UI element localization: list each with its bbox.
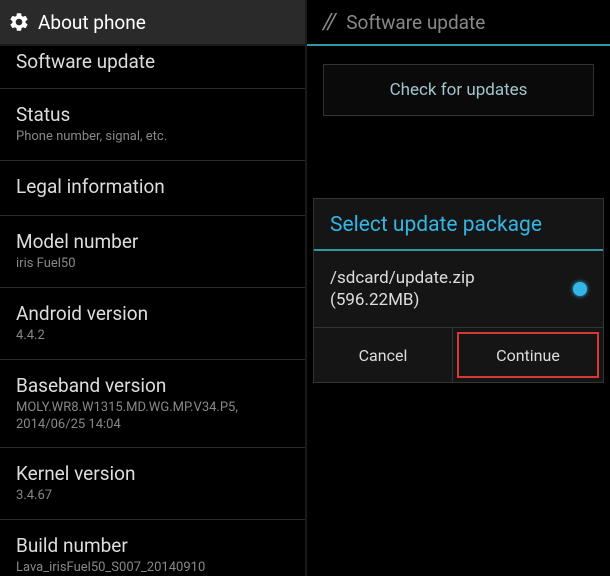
item-title: Build number [16,534,289,557]
list-item[interactable]: Legal information [0,161,305,216]
software-update-pane: // Software update Check for updates Sel… [305,0,610,576]
list-item[interactable]: Build number Lava_irisFuel50_S007_201409… [0,520,305,576]
radio-selected-icon[interactable] [573,282,587,296]
item-sub: MOLY.WR8.W1315.MD.WG.MP.V34.P5, 2014/06/… [16,400,289,434]
dialog-header: Select update package [314,199,603,251]
continue-button[interactable]: Continue [457,332,599,378]
item-title: Model number [16,230,289,253]
left-header: About phone [0,0,305,46]
update-icon: // [323,10,334,35]
right-title: Software update [346,11,485,34]
dialog-body[interactable]: /sdcard/update.zip (596.22MB) [314,251,603,328]
continue-label: Continue [496,346,560,365]
cancel-button[interactable]: Cancel [314,328,453,382]
dialog-title: Select update package [330,213,587,237]
item-sub: 4.4.2 [16,328,289,345]
settings-list: Software update Status Phone number, sig… [0,46,305,576]
item-sub: Lava_irisFuel50_S007_20140910 [16,560,289,576]
about-phone-pane: About phone Software update Status Phone… [0,0,305,576]
item-sub: Phone number, signal, etc. [16,129,289,146]
list-item[interactable]: Software update [0,46,305,89]
item-title: Kernel version [16,462,289,485]
item-title: Baseband version [16,374,289,397]
page-title: About phone [38,11,146,34]
gear-icon [8,11,30,33]
list-item[interactable]: Model number iris Fuel50 [0,216,305,288]
item-title: Status [16,103,289,126]
item-title: Software update [16,50,289,73]
cancel-label: Cancel [359,346,408,365]
package-path: /sdcard/update.zip [330,267,475,289]
select-package-dialog: Select update package /sdcard/update.zip… [313,198,604,383]
right-header: // Software update [307,0,610,46]
check-updates-label: Check for updates [390,80,528,100]
item-title: Android version [16,302,289,325]
dialog-buttons: Cancel Continue [314,328,603,382]
item-sub: 3.4.67 [16,488,289,505]
list-item[interactable]: Android version 4.4.2 [0,288,305,360]
list-item[interactable]: Kernel version 3.4.67 [0,448,305,520]
package-info: /sdcard/update.zip (596.22MB) [330,267,475,311]
check-updates-button[interactable]: Check for updates [323,64,594,116]
item-sub: iris Fuel50 [16,256,289,273]
list-item[interactable]: Status Phone number, signal, etc. [0,89,305,161]
item-title: Legal information [16,175,289,198]
package-size: (596.22MB) [330,289,475,311]
list-item[interactable]: Baseband version MOLY.WR8.W1315.MD.WG.MP… [0,360,305,449]
